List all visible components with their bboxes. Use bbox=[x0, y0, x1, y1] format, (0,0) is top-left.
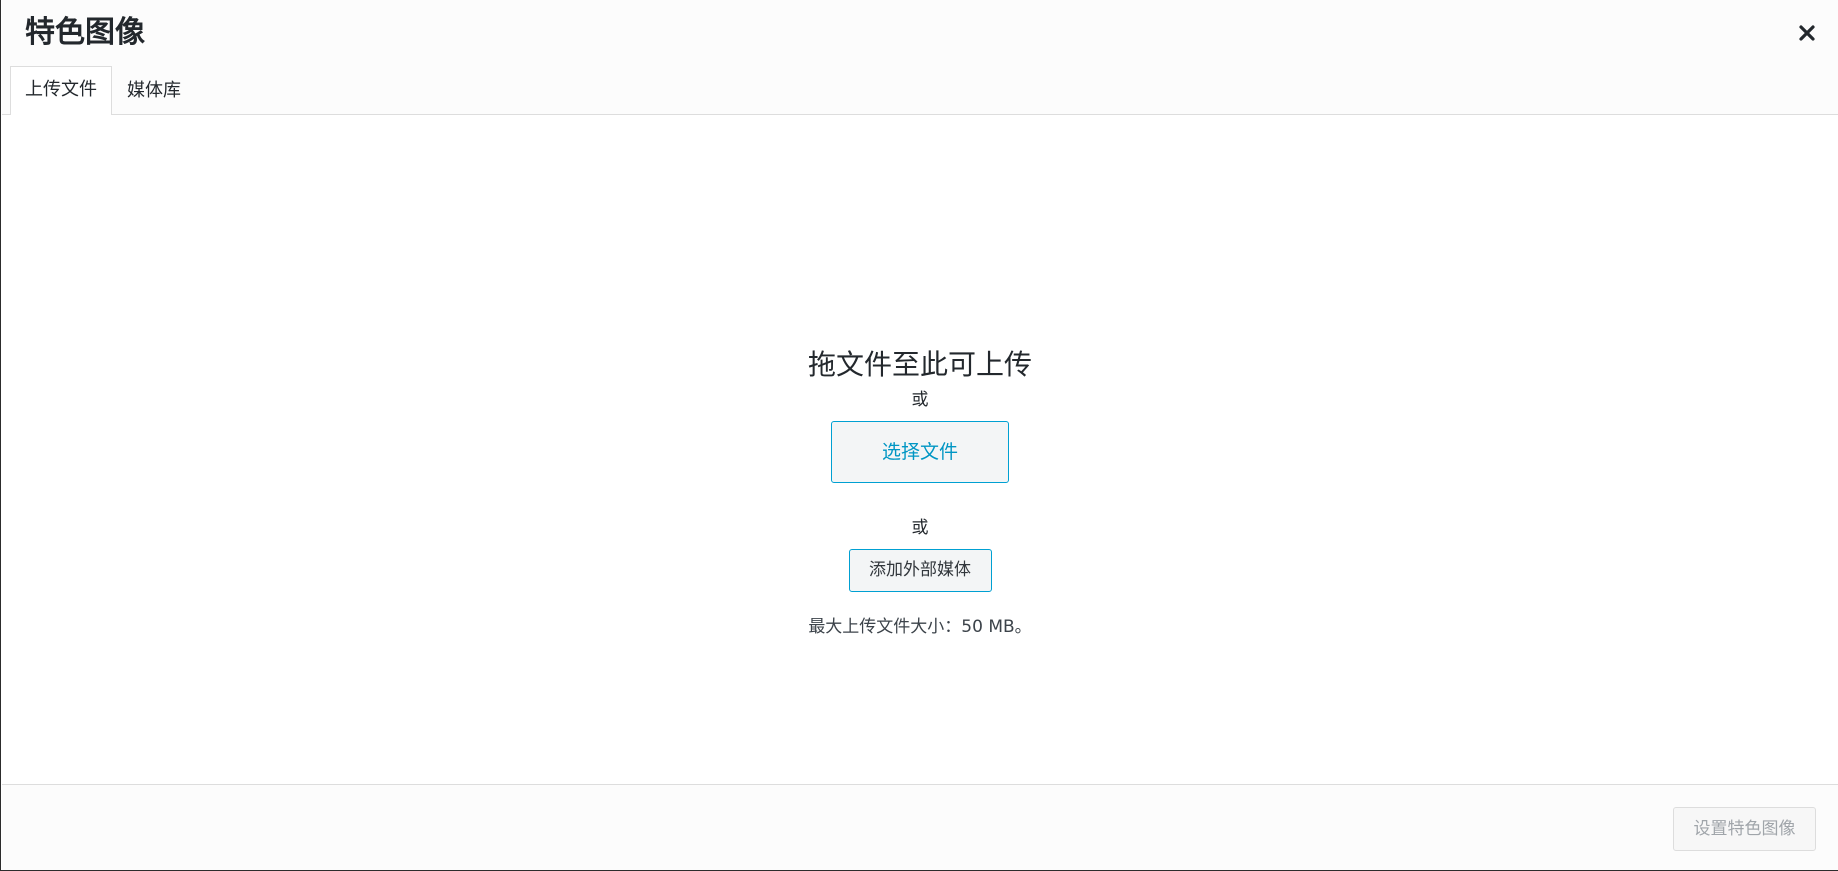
set-featured-image-button[interactable]: 设置特色图像 bbox=[1673, 807, 1816, 851]
modal-toolbar: 设置特色图像 bbox=[2, 784, 1838, 870]
upload-ui: 拖文件至此可上传 或 选择文件 或 添加外部媒体 最大上传文件大小：50 MB。 bbox=[2, 347, 1838, 638]
drop-instructions: 拖文件至此可上传 bbox=[807, 348, 1032, 381]
modal-title: 特色图像 bbox=[25, 15, 145, 50]
max-upload-size-text: 最大上传文件大小：50 MB。 bbox=[808, 617, 1032, 637]
upload-drop-zone[interactable]: 拖文件至此可上传 或 选择文件 或 添加外部媒体 最大上传文件大小：50 MB。 bbox=[2, 115, 1838, 785]
select-files-button[interactable]: 选择文件 bbox=[831, 421, 1009, 483]
or-separator: 或 bbox=[911, 518, 929, 538]
close-icon bbox=[1798, 24, 1816, 42]
featured-image-modal: 特色图像 上传文件 媒体库 拖文件至此可上传 或 选择文件 或 添加外部媒体 最… bbox=[0, 0, 1838, 871]
tab-media-library[interactable]: 媒体库 bbox=[112, 67, 196, 115]
add-external-media-button[interactable]: 添加外部媒体 bbox=[848, 549, 992, 592]
or-separator: 或 bbox=[911, 390, 929, 410]
close-button[interactable] bbox=[1792, 18, 1822, 48]
modal-header: 特色图像 上传文件 媒体库 bbox=[2, 0, 1838, 115]
modal-tabs: 上传文件 媒体库 bbox=[10, 66, 196, 115]
tab-upload-files[interactable]: 上传文件 bbox=[10, 66, 112, 115]
